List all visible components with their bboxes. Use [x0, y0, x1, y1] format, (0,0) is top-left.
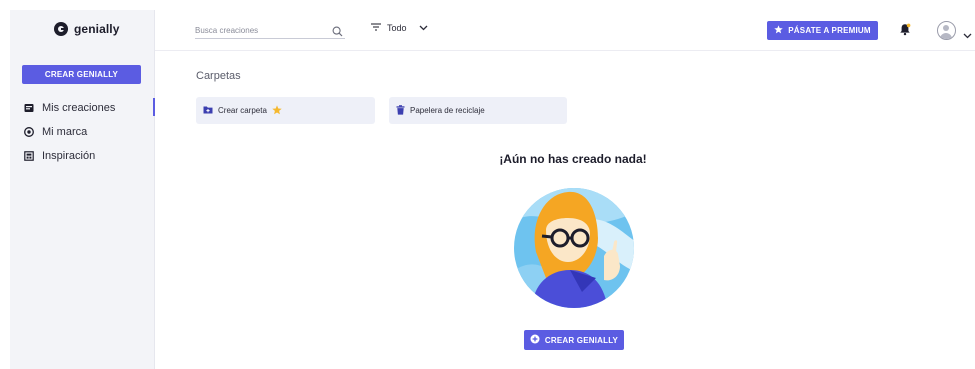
presentation-icon [24, 103, 34, 113]
top-header: Todo PÁSATE A PREMIUM [155, 10, 975, 51]
user-avatar[interactable] [937, 21, 956, 40]
brand-logo[interactable]: genially [54, 22, 119, 36]
sidebar-nav: Mis creaciones Mi marca Inspiración [10, 96, 155, 168]
notifications-bell-icon[interactable] [899, 23, 911, 41]
search-icon[interactable] [332, 24, 343, 42]
star-icon [774, 25, 783, 36]
sidebar-item-inspiracion[interactable]: Inspiración [10, 144, 155, 168]
create-folder-card[interactable]: Crear carpeta [196, 97, 375, 124]
create-genially-button-sidebar[interactable]: CREAR GENIALLY [22, 65, 141, 84]
create-genially-label: CREAR GENIALLY [544, 335, 619, 345]
create-genially-button-main[interactable]: CREAR GENIALLY [524, 330, 624, 350]
empty-state-illustration [512, 182, 636, 310]
empty-state-title: ¡Aún no has creado nada! [499, 152, 647, 166]
add-folder-icon [203, 105, 213, 116]
recycle-bin-label: Papelera de reciclaje [410, 106, 485, 115]
search-input[interactable] [195, 25, 325, 35]
filter-dropdown[interactable]: Todo [371, 23, 428, 33]
genially-logo-icon [54, 22, 68, 36]
chevron-down-icon[interactable] [963, 26, 972, 44]
chevron-down-icon [419, 23, 428, 33]
sidebar-item-mi-marca[interactable]: Mi marca [10, 120, 155, 144]
filter-icon [371, 23, 381, 33]
premium-button-label: PÁSATE A PREMIUM [788, 26, 871, 35]
search-bar [195, 22, 345, 39]
inspiration-icon [24, 151, 34, 161]
sidebar: genially CREAR GENIALLY Mis creaciones M… [10, 10, 155, 369]
folders-section-title: Carpetas [196, 70, 241, 82]
premium-button[interactable]: PÁSATE A PREMIUM [767, 21, 878, 40]
brand-icon [24, 127, 34, 137]
create-folder-label: Crear carpeta [218, 106, 267, 115]
filter-label: Todo [387, 23, 407, 33]
sidebar-item-label: Inspiración [42, 150, 96, 162]
trash-icon [396, 104, 405, 117]
top-strip [0, 0, 975, 10]
premium-star-icon [272, 104, 282, 117]
brand-name: genially [74, 22, 120, 36]
sidebar-item-mis-creaciones[interactable]: Mis creaciones [10, 96, 155, 120]
sidebar-item-label: Mi marca [42, 126, 88, 138]
sidebar-item-label: Mis creaciones [42, 102, 116, 114]
recycle-bin-card[interactable]: Papelera de reciclaje [389, 97, 567, 124]
plus-circle-icon [530, 334, 540, 346]
